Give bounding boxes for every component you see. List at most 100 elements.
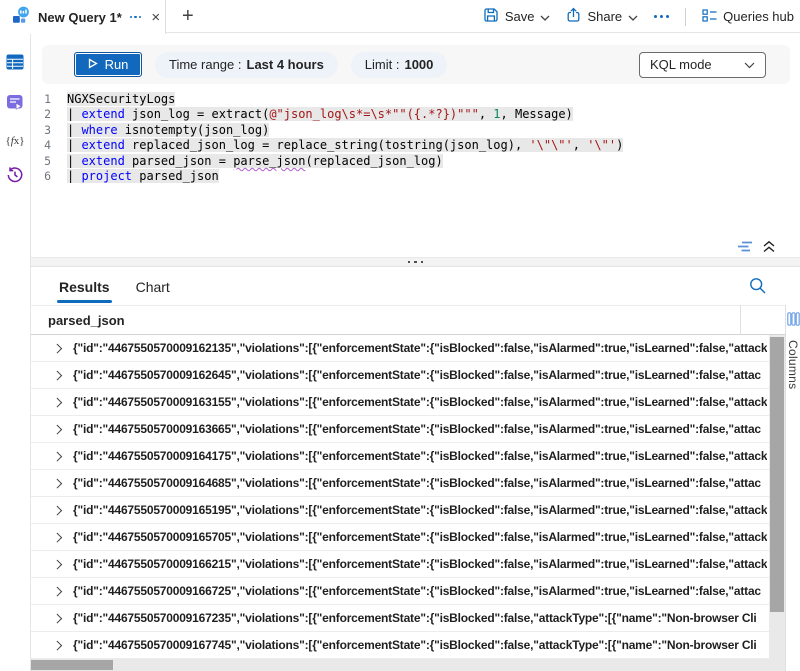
expand-chevron-icon[interactable] [41,507,73,514]
column-header-label: parsed_json [48,313,125,328]
row-json-text: {"id":"4467550570009164175","violations"… [73,449,767,463]
row-json-text: {"id":"4467550570009167745","violations"… [73,638,757,652]
code-text: | extend json_log = extract(@"json_log\s… [67,107,573,121]
table-row[interactable]: {"id":"4467550570009167235","violations"… [31,605,769,632]
tables-icon[interactable] [6,54,24,75]
row-json-text: {"id":"4467550570009163155","violations"… [73,395,767,409]
table-row[interactable]: {"id":"4467550570009166215","violations"… [31,551,769,578]
row-json-text: {"id":"4467550570009164685","violations"… [73,476,761,490]
format-lines-icon[interactable] [737,240,753,258]
grid-rows: {"id":"4467550570009162135","violations"… [31,335,769,659]
row-json-text: {"id":"4467550570009167235","violations"… [73,611,757,625]
expand-chevron-icon[interactable] [41,534,73,541]
table-row[interactable]: {"id":"4467550570009165705","violations"… [31,524,769,551]
tab-title: New Query 1* [38,10,122,25]
time-range-pill[interactable]: Time range : Last 4 hours [155,52,338,78]
functions-icon[interactable]: {fx} [5,135,24,147]
column-header-parsed-json[interactable]: parsed_json [31,305,785,335]
table-row[interactable]: {"id":"4467550570009165195","violations"… [31,497,769,524]
row-json-text: {"id":"4467550570009165195","violations"… [73,503,767,517]
horizontal-scrollbar-thumb[interactable] [31,660,113,670]
panel-splitter[interactable] [31,257,800,267]
run-button[interactable]: Run [74,52,142,77]
share-icon [566,7,581,26]
limit-pill[interactable]: Limit : 1000 [351,52,448,78]
columns-panel-label: Columns [786,340,800,389]
limit-label: Limit : [365,57,400,72]
save-button[interactable]: Save [483,7,551,26]
table-row[interactable]: {"id":"4467550570009164175","violations"… [31,443,769,470]
editor-actions [737,240,776,258]
code-line: 3| where isnotempty(json_log) [31,122,800,138]
expand-chevron-icon[interactable] [41,480,73,487]
more-options-icon[interactable] [654,15,669,18]
table-row[interactable]: {"id":"4467550570009167745","violations"… [31,632,769,659]
tab-more-icon[interactable] [130,16,142,19]
vertical-scrollbar-thumb[interactable] [770,337,784,612]
line-number: 6 [31,169,67,183]
vertical-scrollbar[interactable] [769,335,785,659]
expand-chevron-icon[interactable] [41,399,73,406]
queries-hub-button[interactable]: Queries hub [702,9,794,25]
expand-chevron-icon[interactable] [41,453,73,460]
tab-close-icon[interactable]: × [149,10,162,25]
kql-mode-select[interactable]: KQL mode [639,52,766,78]
code-text: | where isnotempty(json_log) [67,123,269,137]
code-line: 5| extend parsed_json = parse_json(repla… [31,153,800,169]
collapse-panel-icon[interactable] [762,240,776,258]
save-label: Save [505,9,535,24]
share-label: Share [587,9,622,24]
expand-chevron-icon[interactable] [41,642,73,649]
search-icon[interactable] [749,277,766,299]
expand-chevron-icon[interactable] [41,615,73,622]
time-range-label: Time range : [169,57,242,72]
code-line: 6| project parsed_json [31,169,800,185]
expand-chevron-icon[interactable] [41,345,73,352]
play-icon [88,57,98,72]
mode-chevron-down-icon [744,57,755,72]
columns-panel-tab[interactable]: Columns [785,305,800,671]
tab-results[interactable]: Results [59,279,110,305]
table-row[interactable]: {"id":"4467550570009163155","violations"… [31,389,769,416]
table-row[interactable]: {"id":"4467550570009164685","violations"… [31,470,769,497]
column-divider[interactable] [740,305,741,335]
new-tab-button[interactable]: + [176,3,200,30]
topbar-divider [685,8,686,26]
saved-queries-icon[interactable] [6,94,24,116]
row-json-text: {"id":"4467550570009163665","violations"… [73,422,761,436]
table-row[interactable]: {"id":"4467550570009163665","violations"… [31,416,769,443]
expand-chevron-icon[interactable] [41,561,73,568]
line-number: 5 [31,154,67,168]
share-button[interactable]: Share [566,7,638,26]
left-sidebar: {fx} [0,34,31,671]
save-chevron-down-icon[interactable] [540,9,550,24]
row-json-text: {"id":"4467550570009162645","violations"… [73,368,761,382]
row-json-text: {"id":"4467550570009162135","violations"… [73,341,767,355]
expand-chevron-icon[interactable] [41,588,73,595]
line-number: 4 [31,138,67,152]
share-chevron-down-icon[interactable] [628,9,638,24]
code-text: | extend parsed_json = parse_json(replac… [67,154,443,168]
table-row[interactable]: {"id":"4467550570009162645","violations"… [31,362,769,389]
columns-icon [787,312,800,331]
history-clock-icon[interactable] [6,166,24,189]
kql-mode-value: KQL mode [650,57,712,72]
run-label: Run [105,57,129,72]
code-text: NGXSecurityLogs [67,92,175,106]
expand-chevron-icon[interactable] [41,426,73,433]
queries-hub-label: Queries hub [723,9,794,24]
query-toolbar: Run Time range : Last 4 hours Limit : 10… [42,45,790,84]
query-editor[interactable]: 1NGXSecurityLogs2| extend json_log = ext… [31,91,800,241]
horizontal-scrollbar[interactable] [31,659,785,671]
expand-chevron-icon[interactable] [41,372,73,379]
tab-chart[interactable]: Chart [136,279,170,305]
query-tab[interactable]: New Query 1* × [0,0,166,34]
table-row[interactable]: {"id":"4467550570009162135","violations"… [31,335,769,362]
azure-data-explorer-window: New Query 1* × + Save Share [0,0,800,671]
code-text: | project parsed_json [67,169,219,183]
code-line: 2| extend json_log = extract(@"json_log\… [31,107,800,123]
table-row[interactable]: {"id":"4467550570009166725","violations"… [31,578,769,605]
code-line: 1NGXSecurityLogs [31,91,800,107]
topbar-actions: Save Share Queries hub [483,0,794,33]
tab-bar: New Query 1* × + Save Share [0,0,800,33]
